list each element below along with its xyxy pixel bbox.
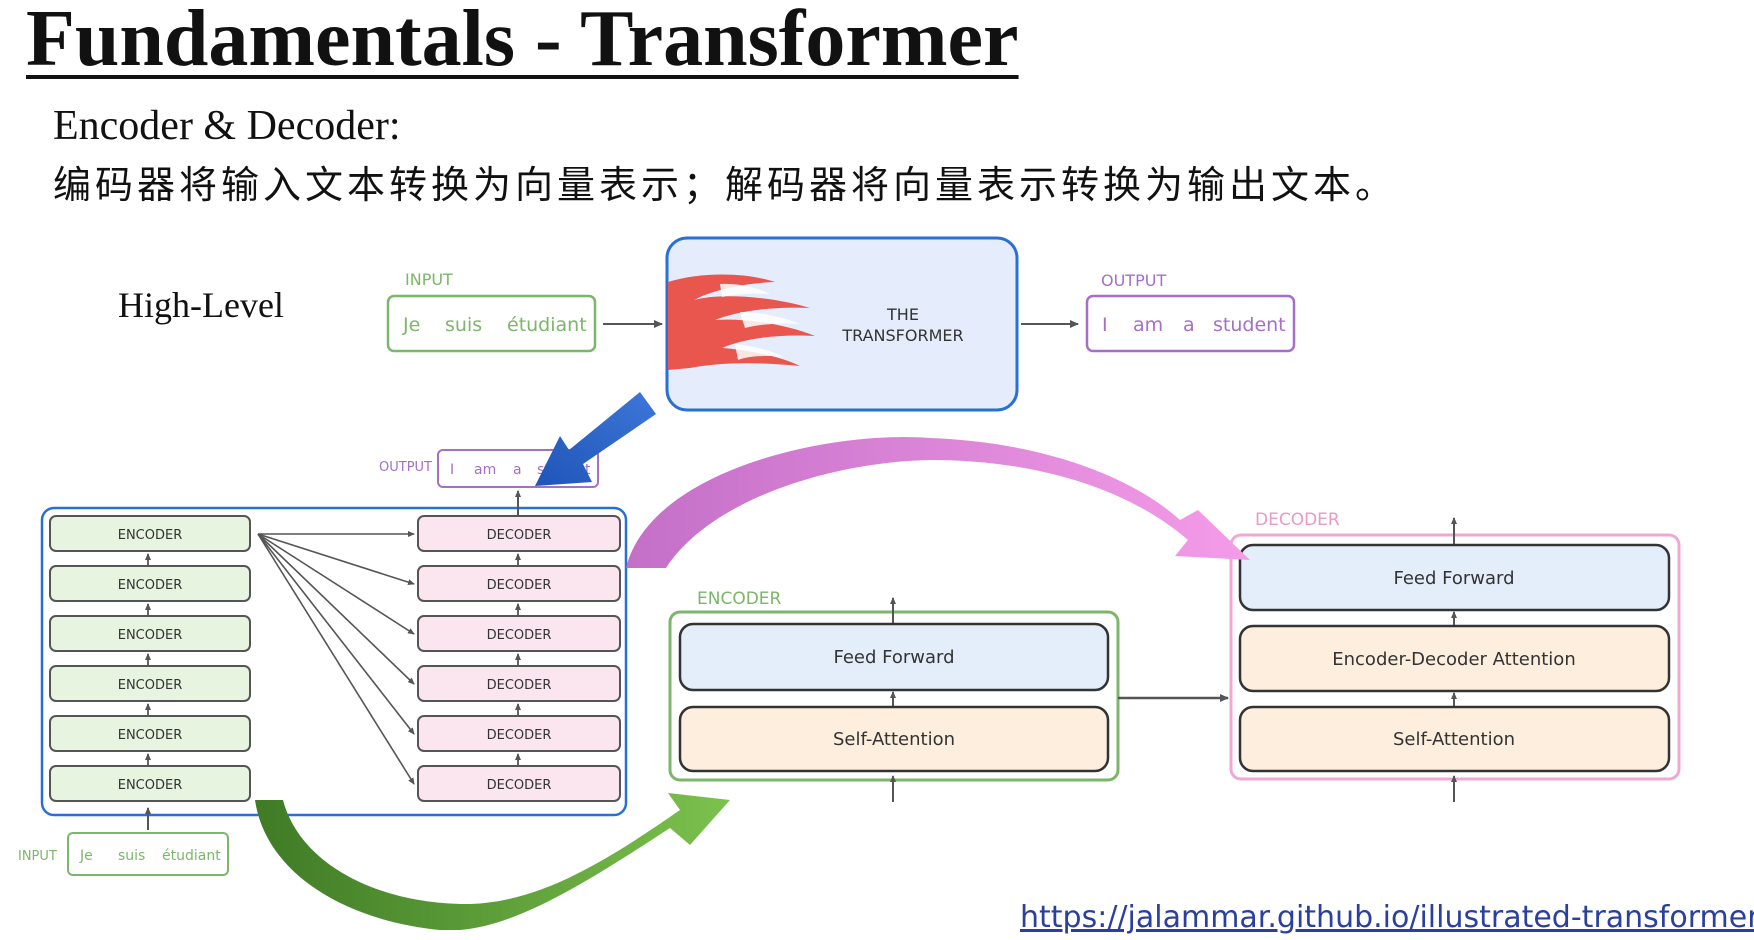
encoder-block-label: ENCODER	[118, 678, 183, 693]
top-input-word: Je	[402, 314, 420, 336]
top-output-word: student	[1213, 314, 1286, 336]
decoder-feed-forward-label: Feed Forward	[1393, 568, 1514, 589]
transformer-diagram: INPUT Je suis étudiant THE TRANSFORMER O…	[18, 236, 1681, 930]
encoder-block-label: ENCODER	[118, 728, 183, 743]
transformer-label: TRANSFORMER	[841, 326, 963, 345]
top-input-label: INPUT	[405, 270, 453, 289]
source-link[interactable]: https://jalammar.github.io/illustrated-t…	[1020, 900, 1754, 935]
top-input-group: INPUT Je suis étudiant	[386, 270, 597, 353]
decoder-block-label: DECODER	[487, 578, 552, 593]
stack-input-word: Je	[79, 848, 93, 864]
decoder-block-label: DECODER	[487, 628, 552, 643]
top-output-word: am	[1133, 314, 1163, 336]
decoder-block-label: DECODER	[487, 778, 552, 793]
encoder-detail: ENCODER Feed Forward Self-Attention	[668, 589, 1120, 802]
encoder-self-attention-label: Self-Attention	[833, 729, 955, 750]
stack-input-word: étudiant	[162, 848, 221, 864]
big-pink-arrow	[626, 437, 1250, 568]
encoder-block-label: ENCODER	[118, 628, 183, 643]
decoder-enc-dec-attention-label: Encoder-Decoder Attention	[1332, 649, 1575, 670]
encoder-block-label: ENCODER	[118, 528, 183, 543]
decoder-detail: DECODER Feed Forward Encoder-Decoder Att…	[1229, 510, 1681, 802]
encoder-block-label: ENCODER	[118, 778, 183, 793]
top-input-word: suis	[445, 314, 482, 336]
top-output-group: OUTPUT I am a student	[1085, 271, 1296, 353]
stack-output-word: am	[474, 462, 496, 478]
transformer-label: THE	[886, 305, 919, 324]
top-output-word: a	[1183, 314, 1195, 336]
top-output-word: I	[1102, 314, 1108, 336]
stack-output-word: I	[450, 462, 454, 478]
top-transformer-block: THE TRANSFORMER	[665, 236, 1019, 412]
decoder-block-label: DECODER	[487, 728, 552, 743]
top-input-word: étudiant	[507, 314, 587, 336]
decoder-block-label: DECODER	[487, 528, 552, 543]
decoder-detail-title: DECODER	[1255, 510, 1340, 530]
decoder-block-label: DECODER	[487, 678, 552, 693]
stack-output-label: OUTPUT	[379, 460, 432, 475]
encoder-detail-title: ENCODER	[697, 589, 782, 609]
stack-input-label: INPUT	[18, 849, 57, 864]
stack-input-word: suis	[118, 848, 145, 864]
stack-output-word: a	[513, 462, 522, 478]
decoder-self-attention-label: Self-Attention	[1393, 729, 1515, 750]
encoder-feed-forward-label: Feed Forward	[833, 647, 954, 668]
encoder-block-label: ENCODER	[118, 578, 183, 593]
top-output-label: OUTPUT	[1101, 271, 1166, 290]
